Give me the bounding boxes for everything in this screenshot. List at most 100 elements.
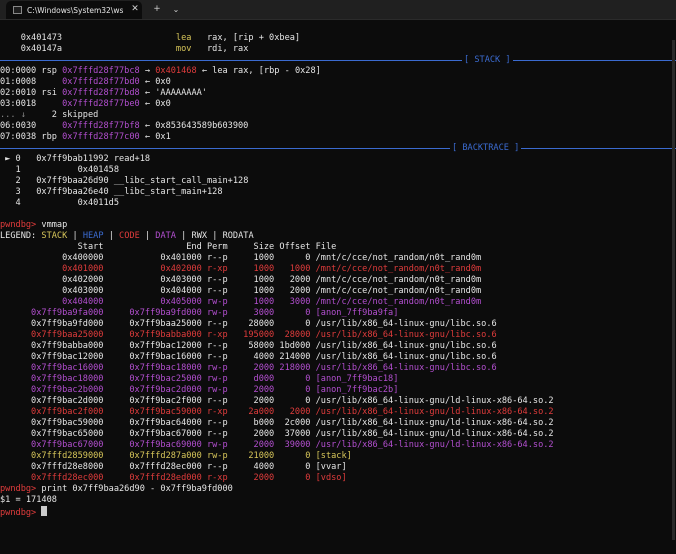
terminal-icon [13, 6, 22, 14]
legend-sep: | [103, 231, 120, 241]
vmmap-row: 0x400000 0x401000 r--p 1000 0 /mnt/c/cce… [0, 253, 676, 264]
stack-address: 0x7fffd28f77be0 [62, 99, 140, 109]
disasm-line: 0x401473 lea rax, [rip + 0xbea] [0, 33, 676, 44]
backtrace-frame: 1 0x401458 [0, 165, 676, 176]
vmmap-header-text: Start End Perm Size Offset File [0, 242, 337, 252]
vmmap-header: Start End Perm Size Offset File [0, 242, 676, 253]
legend-line: LEGEND: STACK | HEAP | CODE | DATA | RWX… [0, 231, 676, 242]
stack-index: 00:0000 [0, 66, 37, 76]
scrollbar[interactable] [672, 40, 675, 540]
stack-index: 02:0010 [0, 88, 37, 98]
frame-marker: 2 [0, 176, 21, 186]
vmmap-row: 0x401000 0x402000 r-xp 1000 1000 /mnt/c/… [0, 264, 676, 275]
vmmap-row: 0x7ff9babba000 0x7ff9bac12000 r--p 58000… [0, 341, 676, 352]
stack-value: ← 0x0 [139, 77, 171, 87]
stack-register: rbp [36, 132, 63, 142]
frame-symbol: __libc_start_main+128 [108, 187, 223, 197]
legend-sep: | [175, 231, 192, 241]
stack-index: 06:0030 [0, 121, 37, 131]
stack-register [26, 110, 52, 120]
vmmap-row-text: 0x7ff9babba000 0x7ff9bac12000 r--p 58000… [0, 341, 497, 351]
command-text: print 0x7ff9baa26d90 - 0x7ff9ba9fd000 [36, 484, 233, 494]
vmmap-row: 0x7ff9ba9fd000 0x7ff9baa25000 r--p 28000… [0, 319, 676, 330]
tab-bar: C:\Windows\System32\wsl.e ✕ + ⌄ [0, 0, 676, 20]
vmmap-row-text: 0x403000 0x404000 r--p 1000 2000 /mnt/c/… [0, 286, 482, 296]
legend-stack: STACK [41, 231, 68, 241]
result-text: $1 = 171408 [0, 495, 57, 505]
close-tab-icon[interactable]: ✕ [128, 0, 142, 19]
backtrace-frame: 2 0x7ff9baa26d90 __libc_start_call_main+… [0, 176, 676, 187]
stack-value: ← 'AAAAAAAA' [139, 88, 207, 98]
vmmap-row-text: 0x7fffd28e8000 0x7fffd28ec000 r--p 4000 … [0, 462, 347, 472]
backtrace-frame: 4 0x4011d5 [0, 198, 676, 209]
stack-entry: 00:0000 rsp 0x7fffd28f77bc8 → 0x401468 ←… [0, 66, 676, 77]
stack-entry: 01:0008 0x7fffd28f77bd0 ← 0x0 [0, 77, 676, 88]
vmmap-row: 0x7ff9bac16000 0x7ff9bac18000 rw-p 2000 … [0, 363, 676, 374]
stack-value: ← 0x1 [139, 132, 171, 142]
vmmap-row-text: 0x7ff9bac65000 0x7ff9bac67000 r--p 2000 … [0, 429, 554, 439]
text-cursor[interactable] [41, 506, 48, 516]
vmmap-row: 0x402000 0x403000 r--p 1000 2000 /mnt/c/… [0, 275, 676, 286]
legend-label: LEGEND: [0, 231, 37, 241]
tab-terminal[interactable]: C:\Windows\System32\wsl.e [6, 1, 142, 19]
frame-marker: 1 [0, 165, 21, 175]
vmmap-row-text: 0x7fffd28ec000 0x7fffd28ed000 r-xp 2000 … [0, 473, 347, 483]
frame-address: 0x7ff9bab11992 [20, 154, 109, 164]
separator-rule [0, 60, 676, 61]
legend-data: DATA [155, 231, 176, 241]
stack-register: rsi [36, 88, 63, 98]
vmmap-row-text: 0x7fffd2859000 0x7fffd287a000 rw-p 21000… [0, 451, 352, 461]
vmmap-row: 0x7fffd2859000 0x7fffd287a000 rw-p 21000… [0, 451, 676, 462]
backtrace-frame: ► 0 0x7ff9bab11992 read+18 [0, 154, 676, 165]
stack-address: 0x7fffd28f77bc8 [62, 66, 140, 76]
command-line: pwndbg> vmmap [0, 220, 676, 231]
stack-entry: 02:0010 rsi 0x7fffd28f77bd8 ← 'AAAAAAAA' [0, 88, 676, 99]
vmmap-row-text: 0x7ff9bac18000 0x7ff9bac25000 rw-p d000 … [0, 374, 399, 384]
vmmap-row: 0x403000 0x404000 r--p 1000 2000 /mnt/c/… [0, 286, 676, 297]
new-tab-button[interactable]: + [150, 0, 164, 19]
stack-address: 2 skipped [51, 110, 99, 120]
stack-register [36, 77, 62, 87]
disasm-operands: rax, [rip + 0xbea] [191, 33, 301, 43]
vmmap-row: 0x7ff9baa25000 0x7ff9babba000 r-xp 19500… [0, 330, 676, 341]
vmmap-row-text: 0x7ff9ba9fa000 0x7ff9ba9fd000 rw-p 3000 … [0, 308, 399, 318]
stack-index: ... ↓ [0, 110, 26, 120]
stack-address: 0x7fffd28f77c00 [62, 132, 140, 142]
command-line: pwndbg> print 0x7ff9baa26d90 - 0x7ff9ba9… [0, 484, 676, 495]
stack-register [36, 121, 62, 131]
vmmap-row: 0x7fffd28ec000 0x7fffd28ed000 r-xp 2000 … [0, 473, 676, 484]
frame-address: 0x7ff9baa26d90 [20, 176, 109, 186]
frame-marker: 3 [0, 187, 21, 197]
frame-address: 0x7ff9baa26e40 [20, 187, 109, 197]
section-separator: [ STACK ] [0, 55, 676, 66]
disasm-address: 0x401473 [0, 33, 63, 43]
disasm-address: 0x40147a [0, 44, 63, 54]
section-title: [ STACK ] [462, 55, 513, 66]
tab-title: C:\Windows\System32\wsl.e [27, 5, 123, 15]
vmmap-row-text: 0x404000 0x405000 rw-p 1000 3000 /mnt/c/… [0, 297, 482, 307]
section-title: [ BACKTRACE ] [450, 143, 522, 154]
vmmap-row-text: 0x7ff9bac2b000 0x7ff9bac2d000 rw-p 2000 … [0, 385, 399, 395]
vmmap-row: 0x7ff9bac2d000 0x7ff9bac2f000 r--p 2000 … [0, 396, 676, 407]
stack-entry: ... ↓ 2 skipped [0, 110, 676, 121]
stack-address: 0x7fffd28f77bd8 [62, 88, 140, 98]
stack-pointer-target: 0x401468 [155, 66, 197, 76]
command-line: pwndbg> [0, 506, 676, 518]
vmmap-row-text: 0x7ff9bac59000 0x7ff9bac64000 r--p b000 … [0, 418, 554, 428]
disasm-operands: rdi, rax [191, 44, 249, 54]
chevron-down-icon[interactable]: ⌄ [170, 0, 182, 19]
vmmap-row-text: 0x402000 0x403000 r--p 1000 2000 /mnt/c/… [0, 275, 482, 285]
stack-index: 07:0038 [0, 132, 37, 142]
legend-heap: HEAP [82, 231, 104, 241]
legend-rodata: RODATA [222, 231, 254, 241]
vmmap-row-text: 0x401000 0x402000 r-xp 1000 1000 /mnt/c/… [0, 264, 482, 274]
terminal-output[interactable]: 0x401473 lea rax, [rip + 0xbea] 0x40147a… [0, 33, 676, 518]
prompt: pwndbg> [0, 220, 37, 230]
stack-address: 0x7fffd28f77bf8 [62, 121, 140, 131]
frame-marker: 4 [0, 198, 21, 208]
vmmap-row-text: 0x7ff9bac16000 0x7ff9bac18000 rw-p 2000 … [0, 363, 497, 373]
stack-index: 01:0008 [0, 77, 37, 87]
